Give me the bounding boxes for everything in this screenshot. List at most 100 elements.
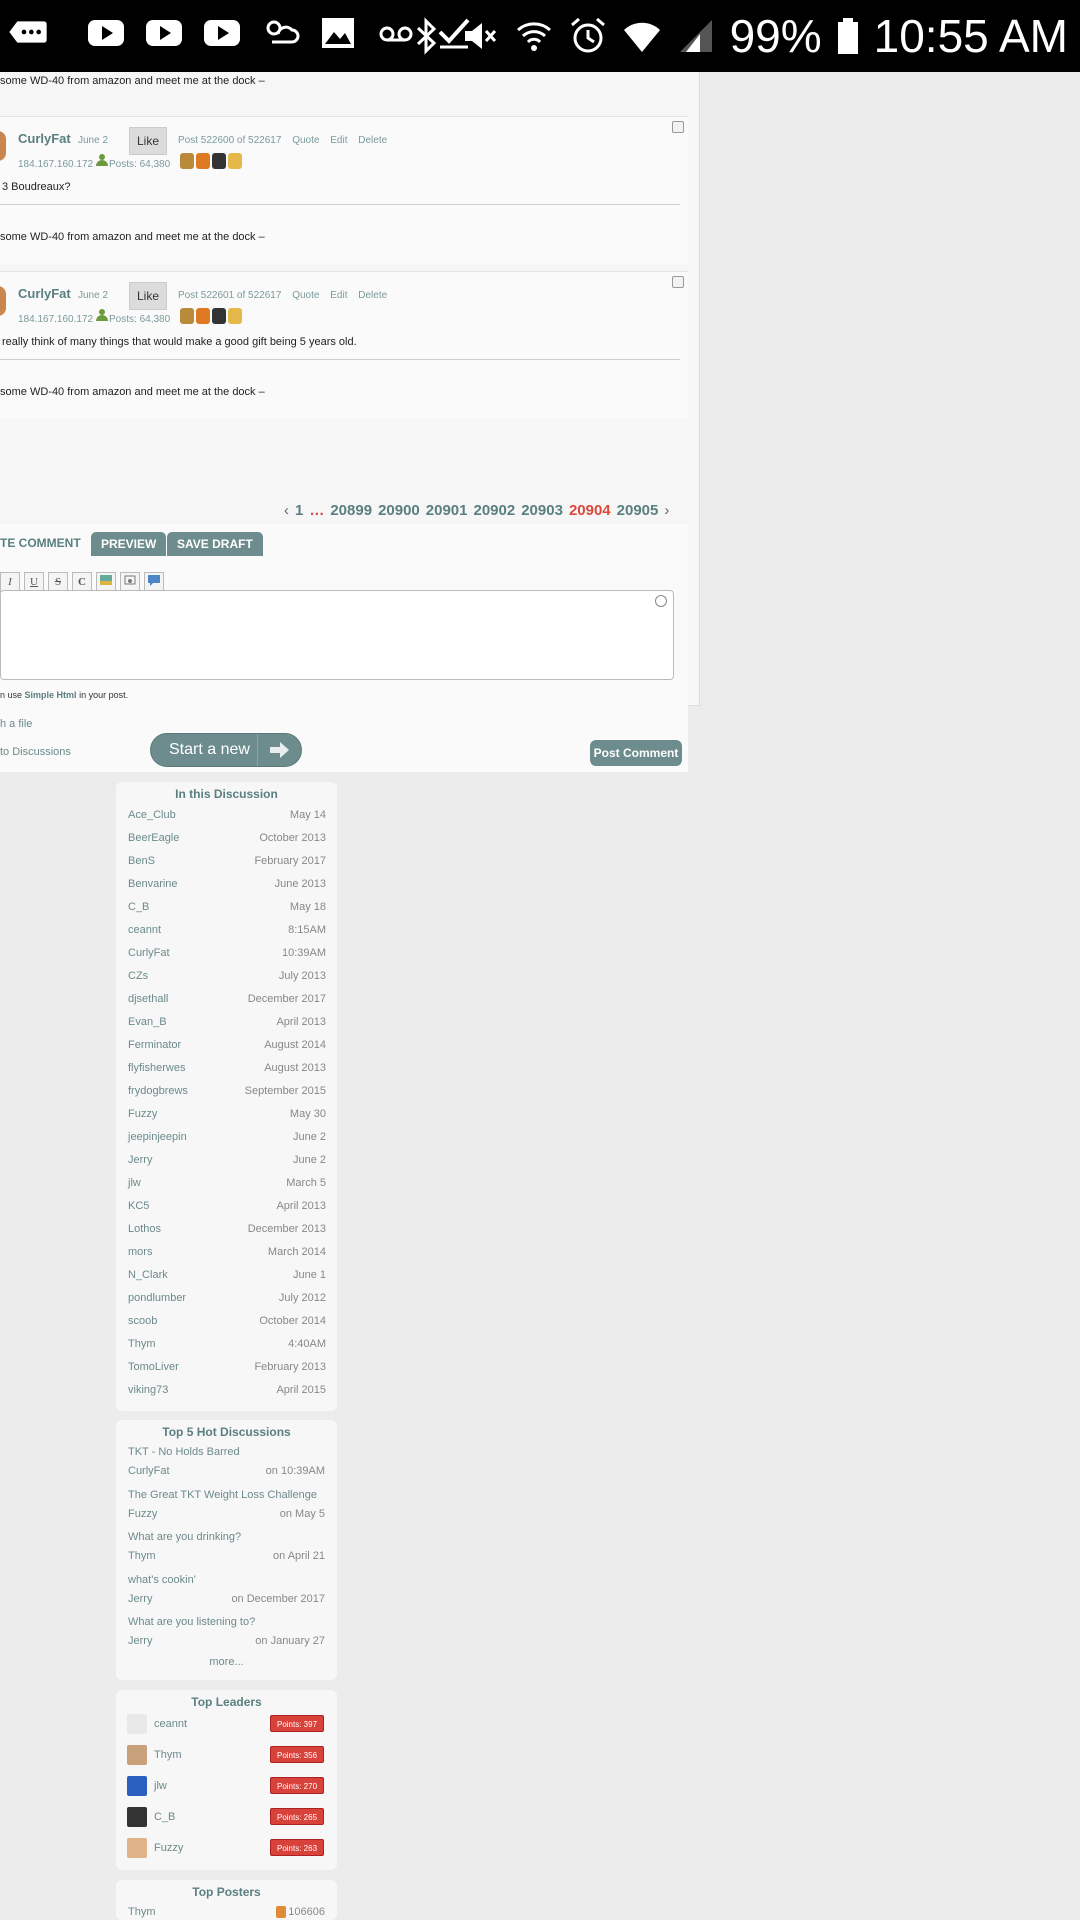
comment-textarea[interactable] bbox=[0, 590, 674, 680]
participant-name[interactable]: flyfisherwes bbox=[128, 1062, 185, 1074]
participant-name[interactable]: ceannt bbox=[128, 924, 161, 936]
participant-name[interactable]: CZs bbox=[128, 970, 148, 982]
participant-name[interactable]: mors bbox=[128, 1246, 152, 1258]
participant-name[interactable]: Ferminator bbox=[128, 1039, 181, 1051]
page-link[interactable]: 20903 bbox=[521, 502, 563, 519]
avatar[interactable] bbox=[127, 1838, 147, 1858]
leader-name[interactable]: Thym bbox=[154, 1749, 182, 1761]
participant-name[interactable]: CurlyFat bbox=[128, 947, 170, 959]
italic-button[interactable]: I bbox=[0, 572, 20, 592]
signal-icon bbox=[676, 16, 716, 56]
quote-link[interactable]: Quote bbox=[292, 290, 319, 301]
image-icon[interactable] bbox=[96, 572, 116, 592]
simple-html-link[interactable]: Simple Html bbox=[25, 690, 77, 700]
participant-name[interactable]: KC5 bbox=[128, 1200, 149, 1212]
code-button[interactable]: C bbox=[72, 572, 92, 592]
page-link[interactable]: 20902 bbox=[474, 502, 516, 519]
prev-page-link[interactable]: ‹ bbox=[284, 502, 289, 519]
save-draft-button[interactable]: SAVE DRAFT bbox=[167, 532, 263, 556]
top-leaders-box: Top Leaders ceannt Points: 397 Thym Points:… bbox=[116, 1690, 337, 1870]
participant-name[interactable]: BeerEagle bbox=[128, 832, 179, 844]
participant-name[interactable]: TomoLiver bbox=[128, 1361, 179, 1373]
divider bbox=[0, 204, 680, 205]
member-icon bbox=[95, 153, 109, 170]
post-author[interactable]: CurlyFat bbox=[18, 131, 71, 146]
post-comment-button[interactable]: Post Comment bbox=[590, 740, 682, 766]
participant-name[interactable]: Fuzzy bbox=[128, 1108, 157, 1120]
avatar[interactable] bbox=[127, 1807, 147, 1827]
smiley-icon[interactable] bbox=[655, 595, 667, 607]
more-link[interactable]: more... bbox=[116, 1656, 337, 1668]
participant-name[interactable]: viking73 bbox=[128, 1384, 168, 1396]
attach-file-link[interactable]: h a file bbox=[0, 718, 32, 730]
strikethrough-button[interactable]: S bbox=[48, 572, 68, 592]
poster-name[interactable]: Thym bbox=[128, 1906, 156, 1918]
participant-last-post: June 2 bbox=[292, 1131, 326, 1143]
hot-discussion-title[interactable]: TKT - No Holds Barred bbox=[128, 1446, 240, 1458]
avatar[interactable] bbox=[127, 1776, 147, 1796]
leader-name[interactable]: Fuzzy bbox=[154, 1842, 183, 1854]
edit-link[interactable]: Edit bbox=[330, 290, 347, 301]
delete-link[interactable]: Delete bbox=[358, 135, 387, 146]
post-author[interactable]: CurlyFat bbox=[18, 286, 71, 301]
hot-discussion-title[interactable]: What are you drinking? bbox=[128, 1531, 241, 1543]
participant-name[interactable]: jeepinjeepin bbox=[128, 1131, 187, 1143]
post-checkbox[interactable] bbox=[672, 121, 684, 133]
back-to-discussions-link[interactable]: to Discussions bbox=[0, 746, 71, 758]
link-icon[interactable] bbox=[120, 572, 140, 592]
post-number[interactable]: Post 522601 of 522617 bbox=[178, 290, 281, 301]
participant-name[interactable]: Jerry bbox=[128, 1154, 152, 1166]
more-icon[interactable] bbox=[8, 12, 68, 52]
like-button[interactable]: Like bbox=[129, 282, 167, 310]
page-link[interactable]: 20901 bbox=[426, 502, 468, 519]
post-number[interactable]: Post 522600 of 522617 bbox=[178, 135, 281, 146]
post-checkbox[interactable] bbox=[672, 276, 684, 288]
post: CurlyFat June 2 Like Post 522601 of 5226… bbox=[0, 271, 688, 419]
page-link[interactable]: 1 bbox=[295, 502, 303, 519]
hot-discussion-user[interactable]: CurlyFat bbox=[128, 1465, 170, 1477]
participant-name[interactable]: Lothos bbox=[128, 1223, 161, 1235]
tab-write-comment[interactable]: TE COMMENT bbox=[0, 536, 81, 550]
participant-name[interactable]: BenS bbox=[128, 855, 155, 867]
avatar[interactable] bbox=[127, 1714, 147, 1734]
page-link[interactable]: 20905 bbox=[617, 502, 659, 519]
participant-last-post: June 1 bbox=[292, 1269, 326, 1281]
participant-name[interactable]: Benvarine bbox=[128, 878, 178, 890]
hot-discussion-user[interactable]: Jerry bbox=[128, 1593, 152, 1605]
hot-discussion-user[interactable]: Fuzzy bbox=[128, 1508, 157, 1520]
participant-name[interactable]: C_B bbox=[128, 901, 149, 913]
leader-name[interactable]: jlw bbox=[154, 1780, 167, 1792]
like-button[interactable]: Like bbox=[129, 127, 167, 155]
post-meta: Post 522600 of 522617 Quote Edit Delete bbox=[178, 135, 395, 146]
participant-name[interactable]: djsethall bbox=[128, 993, 168, 1005]
page-link[interactable]: 20899 bbox=[330, 502, 372, 519]
hot-discussion-title[interactable]: The Great TKT Weight Loss Challenge bbox=[128, 1489, 317, 1501]
next-page-link[interactable]: › bbox=[664, 502, 669, 519]
member-icon bbox=[95, 308, 109, 325]
leader-name[interactable]: ceannt bbox=[154, 1718, 187, 1730]
discussion-panel: some WD-40 from amazon and meet me at th… bbox=[0, 72, 700, 772]
delete-link[interactable]: Delete bbox=[358, 290, 387, 301]
quote-icon[interactable] bbox=[144, 572, 164, 592]
participant-name[interactable]: scoob bbox=[128, 1315, 157, 1327]
quote-link[interactable]: Quote bbox=[292, 135, 319, 146]
underline-button[interactable]: U bbox=[24, 572, 44, 592]
hot-discussion-title[interactable]: What are you listening to? bbox=[128, 1616, 255, 1628]
badge-icon bbox=[228, 153, 242, 169]
avatar[interactable] bbox=[127, 1745, 147, 1765]
participant-name[interactable]: jlw bbox=[128, 1177, 141, 1189]
participant-name[interactable]: Evan_B bbox=[128, 1016, 167, 1028]
leader-name[interactable]: C_B bbox=[154, 1811, 175, 1823]
tab-preview[interactable]: PREVIEW bbox=[91, 532, 167, 556]
participant-name[interactable]: Ace_Club bbox=[128, 809, 176, 821]
participant-name[interactable]: pondlumber bbox=[128, 1292, 186, 1304]
hot-discussion-user[interactable]: Jerry bbox=[128, 1635, 152, 1647]
participant-name[interactable]: N_Clark bbox=[128, 1269, 168, 1281]
edit-link[interactable]: Edit bbox=[330, 135, 347, 146]
start-new-discussion-button[interactable]: Start a new bbox=[150, 733, 302, 767]
hot-discussion-title[interactable]: what's cookin' bbox=[128, 1574, 196, 1586]
participant-name[interactable]: frydogbrews bbox=[128, 1085, 188, 1097]
participant-name[interactable]: Thym bbox=[128, 1338, 156, 1350]
hot-discussion-user[interactable]: Thym bbox=[128, 1550, 156, 1562]
page-link[interactable]: 20900 bbox=[378, 502, 420, 519]
